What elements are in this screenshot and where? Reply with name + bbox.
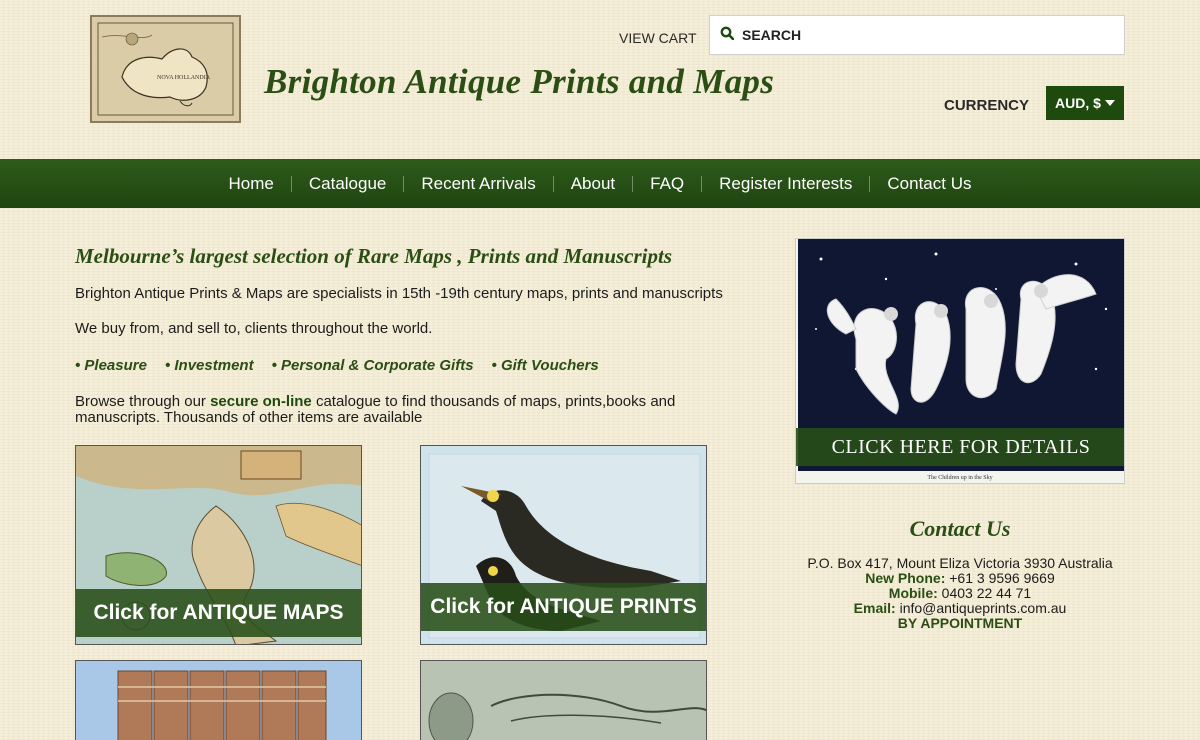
nav-item-catalogue[interactable]: Catalogue xyxy=(292,174,404,194)
currency-label: CURRENCY xyxy=(944,97,1030,114)
nav-item-recent-arrivals[interactable]: Recent Arrivals xyxy=(404,174,552,194)
click-here-for-details-button[interactable]: CLICK HERE FOR DETAILS xyxy=(796,428,1124,466)
mobile-label: Mobile: xyxy=(888,585,938,601)
chevron-down-icon xyxy=(1104,100,1115,106)
contact-details: P.O. Box 417, Mount Eliza Victoria 3930 … xyxy=(795,556,1125,631)
logo-map-image[interactable]: NOVA HOLLANDIA xyxy=(90,15,241,123)
browse-text: Browse through our secure on-line catalo… xyxy=(75,394,735,426)
phone-label: New Phone: xyxy=(865,570,946,586)
antique-prints-label[interactable]: Click for ANTIQUE PRINTS xyxy=(421,583,706,631)
bullet-gifts: • Personal & Corporate Gifts xyxy=(271,357,474,374)
search-box[interactable] xyxy=(709,15,1125,55)
contact-address: P.O. Box 417, Mount Eliza Victoria 3930 … xyxy=(807,555,1113,571)
intro-text: Brighton Antique Prints & Maps are speci… xyxy=(75,285,723,302)
contact-phone-line: New Phone: +61 3 9596 9669 xyxy=(795,571,1125,586)
bullet-vouchers: • Gift Vouchers xyxy=(491,357,599,374)
manuscript-image xyxy=(421,661,706,740)
by-appointment-text: BY APPOINTMENT xyxy=(897,615,1023,631)
search-input[interactable] xyxy=(742,27,1102,43)
email-address[interactable]: info@antiqueprints.com.au xyxy=(896,600,1067,616)
currency-value: AUD, $ xyxy=(1055,95,1101,111)
antique-maps-label[interactable]: Click for ANTIQUE MAPS xyxy=(76,589,361,637)
phone-number[interactable]: +61 3 9596 9669 xyxy=(945,570,1055,586)
contact-us-heading: Contact Us xyxy=(909,516,1011,541)
nav-item-home[interactable]: Home xyxy=(212,174,291,194)
antique-maps-tile[interactable]: Click for ANTIQUE MAPS xyxy=(75,445,362,645)
manuscripts-tile[interactable] xyxy=(420,660,707,740)
mobile-number[interactable]: 0403 22 44 71 xyxy=(938,585,1032,601)
bullet-list: • Pleasure • Investment • Personal & Cor… xyxy=(75,357,599,374)
currency-dropdown[interactable]: AUD, $ xyxy=(1046,86,1124,120)
contact-mobile-line: Mobile: 0403 22 44 71 xyxy=(795,586,1125,601)
promo-banner[interactable]: CLICK HERE FOR DETAILS The Children up i… xyxy=(795,238,1125,484)
site-title[interactable]: Brighton Antique Prints and Maps xyxy=(264,62,774,102)
secure-online-link[interactable]: secure on-line xyxy=(210,393,312,410)
browse-text-before: Browse through our xyxy=(75,393,211,410)
nav-item-faq[interactable]: FAQ xyxy=(633,174,701,194)
contact-email-line: Email: info@antiqueprints.com.au xyxy=(795,601,1125,616)
books-tile[interactable] xyxy=(75,660,362,740)
promo-caption: The Children up in the Sky xyxy=(927,475,993,481)
email-label: Email: xyxy=(853,600,896,616)
antique-prints-tile[interactable]: Click for ANTIQUE PRINTS xyxy=(420,445,707,645)
search-icon xyxy=(720,26,735,45)
bullet-investment: • Investment xyxy=(164,357,254,374)
bullet-pleasure: • Pleasure xyxy=(75,357,147,374)
nav-item-contact-us[interactable]: Contact Us xyxy=(870,174,988,194)
tagline-heading: Melbourne’s largest selection of Rare Ma… xyxy=(75,244,673,268)
books-image xyxy=(76,661,361,740)
nav-item-register-interests[interactable]: Register Interests xyxy=(702,174,869,194)
view-cart-link[interactable]: VIEW CART xyxy=(619,30,697,46)
svg-text:NOVA HOLLANDIA: NOVA HOLLANDIA xyxy=(157,75,211,81)
buy-sell-text: We buy from, and sell to, clients throug… xyxy=(75,320,433,337)
nav-item-about[interactable]: About xyxy=(554,174,632,194)
main-nav: Home Catalogue Recent Arrivals About FAQ… xyxy=(0,159,1200,208)
